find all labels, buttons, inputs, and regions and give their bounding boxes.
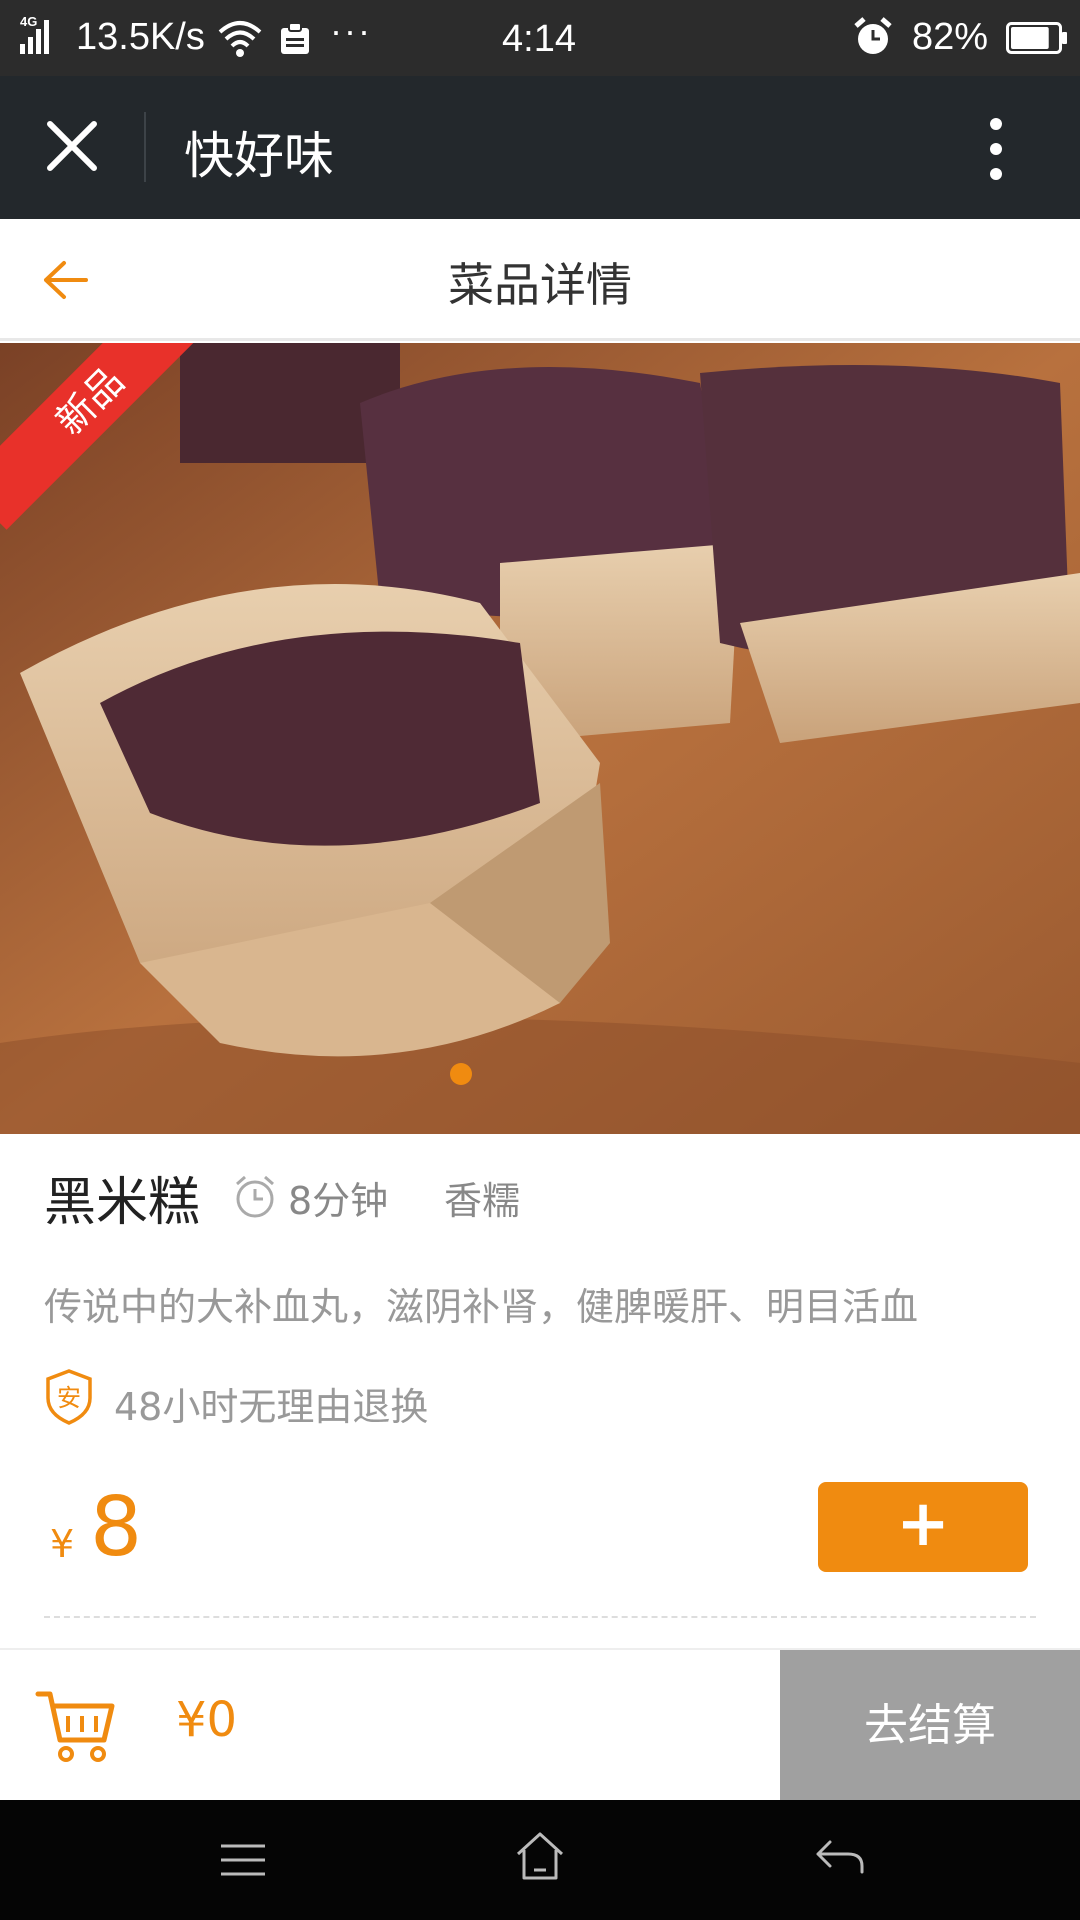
battery-icon <box>1006 22 1067 54</box>
dish-description: 传说中的大补血丸，滋阴补肾，健脾暖肝、明目活血 <box>44 1285 919 1329</box>
dish-name: 黑米糕 <box>44 1173 201 1233</box>
divider <box>44 1616 1036 1618</box>
battery-percent: 82% <box>912 16 989 58</box>
shield-badge-text: 安 <box>57 1384 81 1412</box>
alarm-icon <box>854 17 892 54</box>
status-bar: 4G 13.5K/s ··· 4:14 82% <box>0 0 1080 76</box>
shield-icon: 安 <box>46 1369 92 1425</box>
app-title: 快好味 <box>184 127 334 185</box>
flavor-tag: 香糯 <box>444 1179 521 1223</box>
dish-price: 8 <box>90 1480 143 1575</box>
add-to-cart-button[interactable]: + <box>818 1482 1028 1572</box>
system-back-icon[interactable] <box>814 1836 866 1876</box>
carousel-indicator <box>450 1063 472 1085</box>
close-icon[interactable] <box>44 118 100 174</box>
network-type-label: 4G <box>20 14 38 29</box>
more-notifications-icon: ··· <box>330 10 372 51</box>
page-nav-bar: 菜品详情 <box>0 219 1080 341</box>
cart-total: ¥0 <box>176 1692 238 1748</box>
more-vertical-icon[interactable] <box>972 114 1020 184</box>
clipboard-icon <box>281 22 309 54</box>
cook-time: 8分钟 <box>288 1179 389 1223</box>
cart-icon[interactable] <box>34 1686 118 1766</box>
cart-bar: ¥0 去结算 <box>0 1648 1080 1802</box>
checkout-button[interactable]: 去结算 <box>780 1650 1080 1802</box>
dish-photo[interactable]: 新品 <box>0 343 1080 1134</box>
page-title: 菜品详情 <box>448 258 632 312</box>
clock-icon <box>236 1175 274 1218</box>
home-icon[interactable] <box>514 1830 566 1882</box>
network-speed: 13.5K/s <box>76 16 205 58</box>
wifi-icon <box>218 21 262 57</box>
dish-photo-illustration <box>0 343 1080 1134</box>
webview-title-bar: 快好味 <box>0 76 1080 219</box>
menu-icon[interactable] <box>218 1840 268 1880</box>
clock-time: 4:14 <box>502 18 576 60</box>
currency-symbol: ¥ <box>50 1522 75 1566</box>
cell-signal-icon: 4G <box>20 14 54 54</box>
title-divider <box>144 112 146 182</box>
guarantee-text: 48小时无理由退换 <box>114 1385 429 1429</box>
system-nav-bar <box>0 1800 1080 1920</box>
